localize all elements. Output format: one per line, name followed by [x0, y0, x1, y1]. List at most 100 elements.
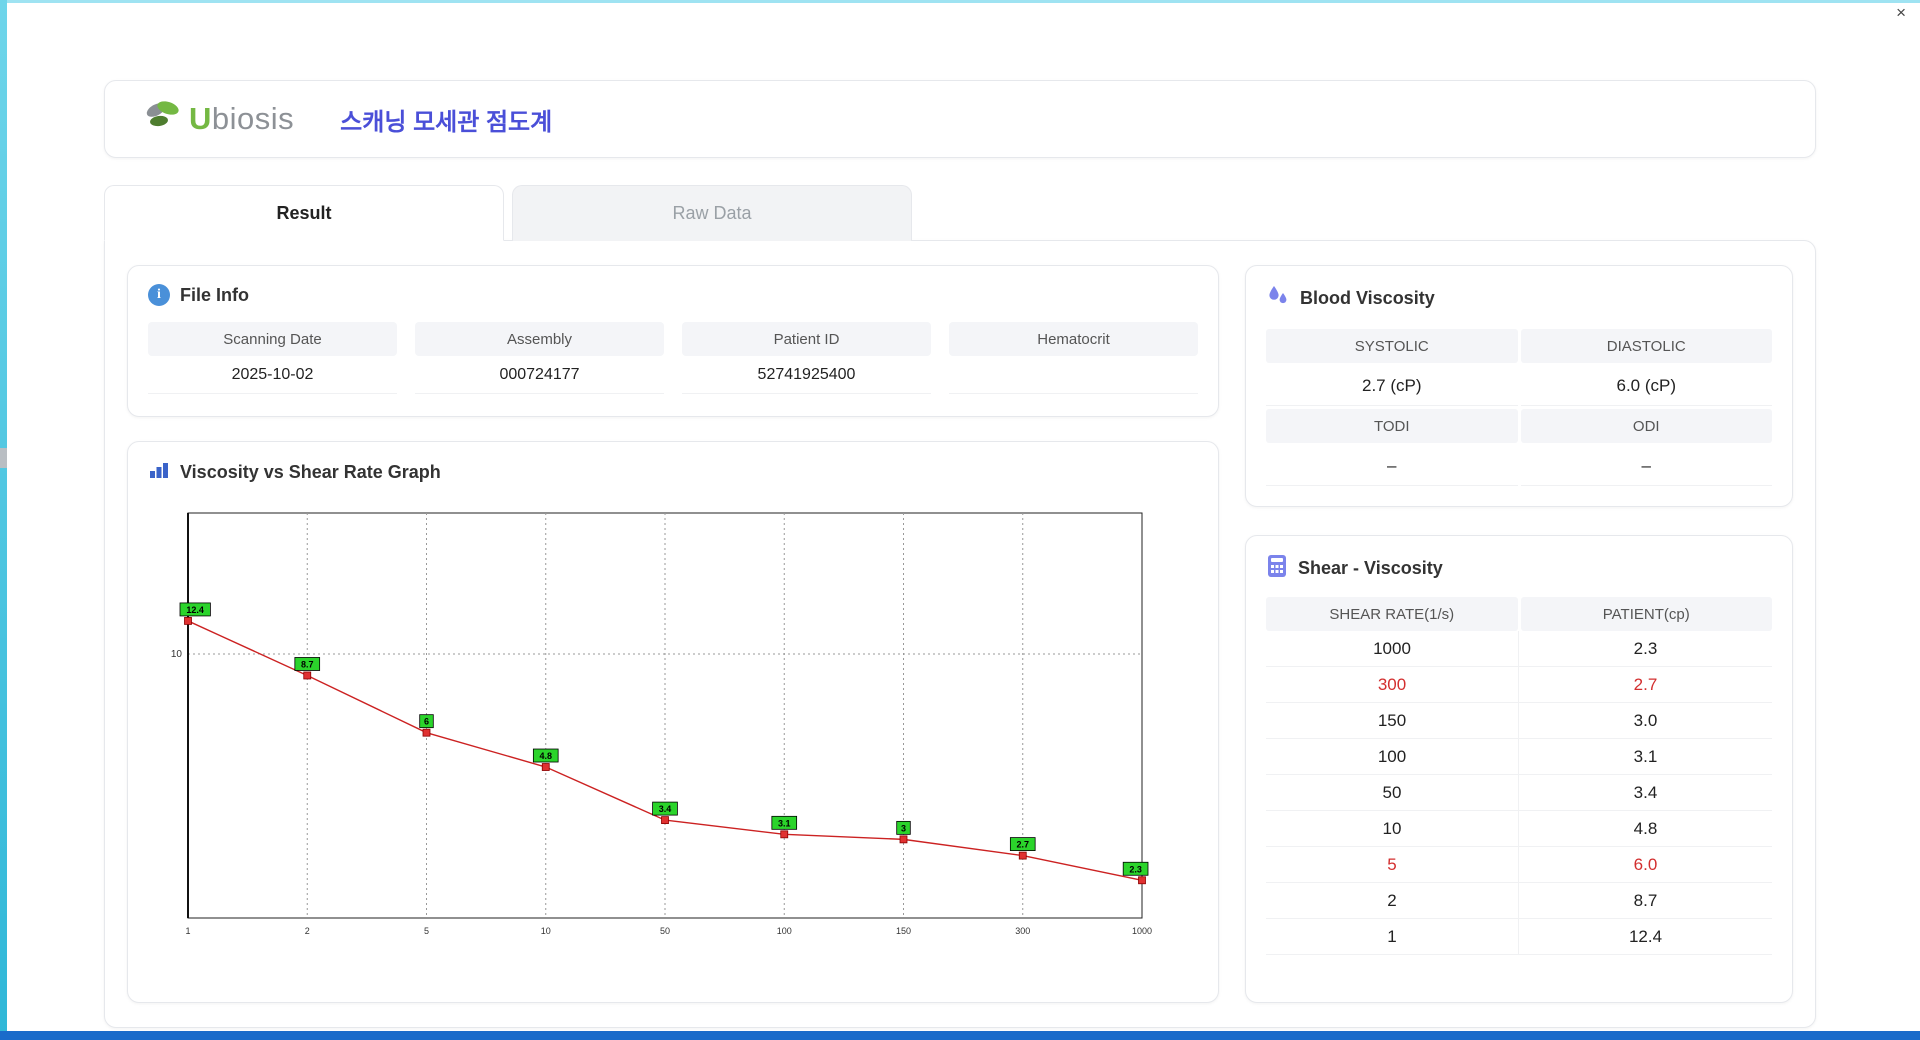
table-row: 50 3.4	[1266, 775, 1772, 811]
file-info-field: Patient ID 52741925400	[682, 322, 931, 394]
patient-value-cell: 3.4	[1519, 775, 1772, 811]
right-column: Blood Viscosity SYSTOLIC DIASTOLIC 2.7 (cP…	[1245, 265, 1793, 1003]
svg-text:2: 2	[305, 926, 310, 936]
patient-value-cell: 6.0	[1519, 847, 1772, 883]
tab-bar: Result Raw Data	[104, 185, 1816, 241]
file-info-card: i File Info Scanning Date 2025-10-02 Assem…	[127, 265, 1219, 417]
table-row: 5 6.0	[1266, 847, 1772, 883]
blood-viscosity-title: Blood Viscosity	[1300, 288, 1435, 308]
column-header-patient: PATIENT(cp)	[1520, 597, 1772, 631]
svg-text:10: 10	[541, 926, 551, 936]
shear-rate-cell: 5	[1266, 847, 1519, 883]
blood-viscosity-value: 2.7 (cP)	[1266, 366, 1518, 406]
info-icon: i	[148, 284, 170, 306]
window-top-edge	[0, 0, 1920, 3]
file-info-field-label: Assembly	[415, 322, 664, 356]
table-row: 300 2.7	[1266, 667, 1772, 703]
svg-text:300: 300	[1015, 926, 1030, 936]
shear-rate-cell: 150	[1266, 703, 1519, 739]
table-row: 1 12.4	[1266, 919, 1772, 955]
svg-text:8.7: 8.7	[301, 659, 314, 669]
blood-viscosity-header: ODI	[1520, 409, 1772, 443]
file-info-title: File Info	[180, 284, 249, 305]
file-info-field: Scanning Date 2025-10-02	[148, 322, 397, 394]
shear-rate-cell: 10	[1266, 811, 1519, 847]
svg-text:50: 50	[660, 926, 670, 936]
shear-rate-cell: 50	[1266, 775, 1519, 811]
brand-text: Ubiosis	[189, 101, 295, 136]
shear-viscosity-title: Shear - Viscosity	[1298, 558, 1443, 578]
bar-chart-icon	[148, 460, 170, 485]
window-left-edge	[0, 0, 7, 1040]
ubiosis-logo: Ubiosis	[143, 99, 294, 140]
shear-rate-cell: 1	[1266, 919, 1519, 955]
svg-text:2.3: 2.3	[1129, 864, 1142, 874]
blood-viscosity-header: TODI	[1266, 409, 1518, 443]
shear-viscosity-table: SHEAR RATE(1/s) PATIENT(cp) 1000 2.3 300 2.…	[1266, 597, 1772, 955]
patient-value-cell: 2.7	[1519, 667, 1772, 703]
svg-text:1000: 1000	[1132, 926, 1152, 936]
blood-viscosity-header: SYSTOLIC	[1266, 329, 1518, 363]
svg-text:5: 5	[424, 926, 429, 936]
svg-text:2.7: 2.7	[1016, 840, 1029, 850]
svg-text:3.1: 3.1	[778, 818, 791, 828]
window-resize-notch	[0, 448, 7, 468]
file-info-title-row: i File Info	[148, 284, 1198, 306]
shear-rate-cell: 1000	[1266, 631, 1519, 667]
chart-svg: 10 12.4 8.7 6 4.8 3.4 3.1 3 2.7 2.3 1 2 5 10 50 100 150 3…	[171, 512, 1152, 936]
file-info-field-value: 000724177	[415, 356, 664, 394]
svg-text:150: 150	[896, 926, 911, 936]
patient-value-cell: 8.7	[1519, 883, 1772, 919]
svg-text:1: 1	[185, 926, 190, 936]
column-header-shear-rate: SHEAR RATE(1/s)	[1266, 597, 1518, 631]
blood-viscosity-value: –	[1266, 446, 1518, 486]
shear-rate-cell: 300	[1266, 667, 1519, 703]
file-info-field-label: Scanning Date	[148, 322, 397, 356]
shear-viscosity-title-row: Shear - Viscosity	[1266, 554, 1772, 583]
close-icon[interactable]: ×	[1896, 4, 1906, 22]
droplets-icon	[1266, 284, 1290, 313]
svg-text:3.4: 3.4	[659, 804, 672, 814]
tab-raw-data[interactable]: Raw Data	[512, 185, 912, 241]
viscosity-chart: 10 12.4 8.7 6 4.8 3.4 3.1 3 2.7 2.3 1 2 5 10 50 100 150 3…	[148, 499, 1198, 959]
graph-title: Viscosity vs Shear Rate Graph	[180, 462, 441, 482]
left-column: i File Info Scanning Date 2025-10-02 Assem…	[127, 265, 1219, 1003]
file-info-fields: Scanning Date 2025-10-02 Assembly 000724177…	[148, 322, 1198, 394]
patient-value-cell: 4.8	[1519, 811, 1772, 847]
shear-rate-cell: 100	[1266, 739, 1519, 775]
shear-rate-cell: 2	[1266, 883, 1519, 919]
file-info-field: Assembly 000724177	[415, 322, 664, 394]
svg-text:3: 3	[901, 823, 906, 833]
table-row: 10 4.8	[1266, 811, 1772, 847]
patient-value-cell: 2.3	[1519, 631, 1772, 667]
graph-card: Viscosity vs Shear Rate Graph 10 12.4 8.7 6…	[127, 441, 1219, 1003]
file-info-field-value: 52741925400	[682, 356, 931, 394]
table-row: 100 3.1	[1266, 739, 1772, 775]
window-bottom-edge	[0, 1031, 1920, 1040]
header-card: Ubiosis 스캐닝 모세관 점도계	[104, 80, 1816, 158]
calculator-icon	[1266, 554, 1288, 583]
patient-value-cell: 3.1	[1519, 739, 1772, 775]
blood-viscosity-grid: SYSTOLIC DIASTOLIC 2.7 (cP) 6.0 (cP) TODI ODI…	[1266, 329, 1772, 486]
file-info-field: Hematocrit	[949, 322, 1198, 394]
svg-text:4.8: 4.8	[539, 751, 552, 761]
file-info-field-label: Hematocrit	[949, 322, 1198, 356]
blood-viscosity-value: 6.0 (cP)	[1520, 366, 1772, 406]
page: Ubiosis 스캐닝 모세관 점도계 Result Raw Data i Fi…	[104, 80, 1816, 1028]
file-info-field-value	[949, 356, 1198, 394]
blood-viscosity-title-row: Blood Viscosity	[1266, 284, 1772, 313]
tab-result[interactable]: Result	[104, 185, 504, 241]
shear-table-body: 1000 2.3 300 2.7 150 3.0 100 3.1 50 3.4 10 4.8 5 6.0 2…	[1266, 631, 1772, 955]
table-row: 150 3.0	[1266, 703, 1772, 739]
table-row: 2 8.7	[1266, 883, 1772, 919]
svg-text:100: 100	[777, 926, 792, 936]
shear-table-header: SHEAR RATE(1/s) PATIENT(cp)	[1266, 597, 1772, 631]
patient-value-cell: 12.4	[1519, 919, 1772, 955]
page-title: 스캐닝 모세관 점도계	[340, 108, 553, 136]
svg-text:12.4: 12.4	[186, 605, 204, 615]
patient-value-cell: 3.0	[1519, 703, 1772, 739]
blood-viscosity-card: Blood Viscosity SYSTOLIC DIASTOLIC 2.7 (cP…	[1245, 265, 1793, 507]
main-panel: i File Info Scanning Date 2025-10-02 Assem…	[104, 240, 1816, 1028]
svg-text:10: 10	[171, 649, 183, 660]
table-row: 1000 2.3	[1266, 631, 1772, 667]
